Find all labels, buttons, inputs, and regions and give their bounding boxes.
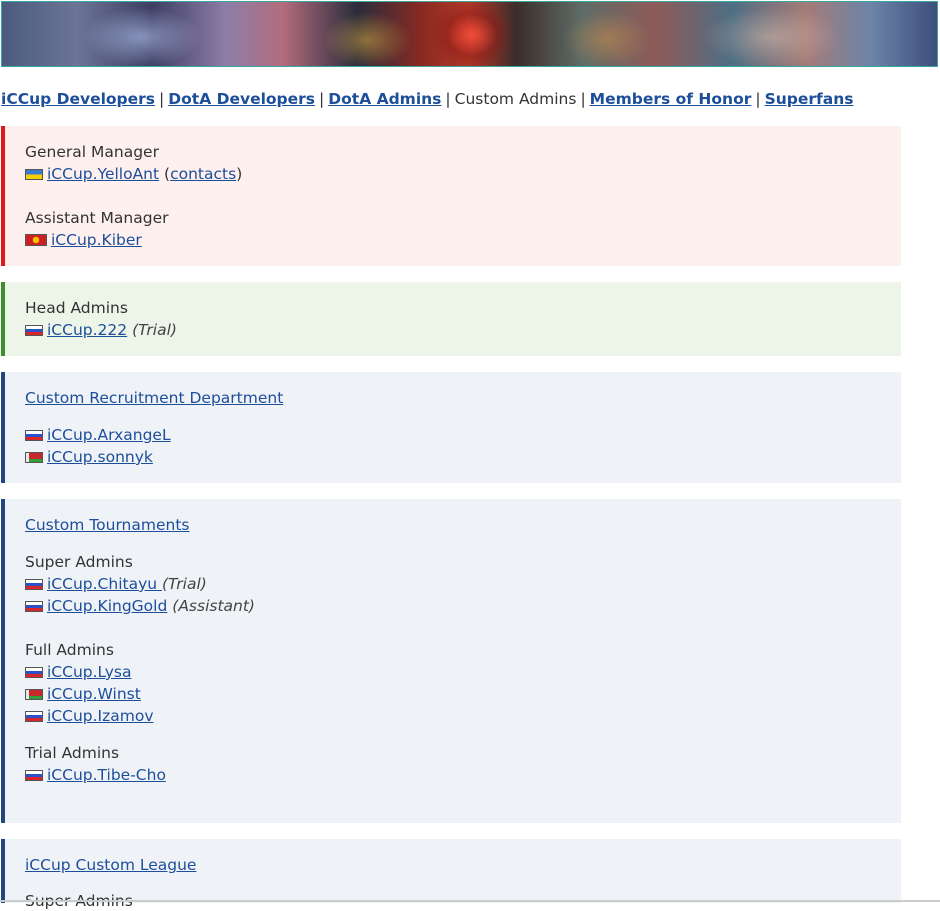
flag-ru-icon bbox=[25, 770, 43, 781]
nav-members-of-honor[interactable]: Members of Honor bbox=[590, 90, 752, 108]
flag-ru-icon bbox=[25, 601, 43, 612]
nav-separator: | bbox=[445, 90, 451, 108]
management-box: General Manager iCCup.YelloAnt (contacts… bbox=[1, 126, 901, 266]
banner-art-midleft bbox=[322, 12, 412, 66]
contacts-link[interactable]: contacts bbox=[170, 165, 236, 183]
recruitment-box: Custom Recruitment Department iCCup.Arxa… bbox=[1, 372, 901, 483]
recruitment-title: Custom Recruitment Department bbox=[25, 388, 283, 408]
admin-link[interactable]: iCCup.Winst bbox=[47, 685, 141, 703]
page-bottom-rule bbox=[0, 900, 940, 902]
full-admin-entry: iCCup.Lysa bbox=[25, 662, 132, 682]
banner-art-midright bbox=[562, 10, 652, 66]
flag-ru-icon bbox=[25, 430, 43, 441]
admin-link[interactable]: iCCup.Chitayu bbox=[47, 575, 162, 593]
flag-by-icon bbox=[25, 689, 43, 700]
nav-superfans[interactable]: Superfans bbox=[765, 90, 854, 108]
league-title: iCCup Custom League bbox=[25, 855, 196, 875]
nav-iccup-developers[interactable]: iCCup Developers bbox=[1, 90, 155, 108]
nav-dota-developers[interactable]: DotA Developers bbox=[168, 90, 315, 108]
flag-ru-icon bbox=[25, 711, 43, 722]
flag-ua-icon bbox=[25, 169, 43, 180]
flag-by-icon bbox=[25, 452, 43, 463]
contacts-close-paren: ) bbox=[236, 165, 243, 183]
admin-link[interactable]: iCCup.Izamov bbox=[47, 707, 154, 725]
nav-separator: | bbox=[580, 90, 586, 108]
recruitment-member: iCCup.ArxangeL bbox=[25, 425, 171, 445]
tournaments-box: Custom Tournaments Super Admins iCCup.Ch… bbox=[1, 499, 901, 823]
tournaments-title-link[interactable]: Custom Tournaments bbox=[25, 516, 189, 534]
nav-dota-admins[interactable]: DotA Admins bbox=[328, 90, 441, 108]
admin-note: (Trial) bbox=[162, 575, 207, 593]
member-link[interactable]: iCCup.sonnyk bbox=[47, 448, 153, 466]
assistant-manager-entry: iCCup.Kiber bbox=[25, 230, 142, 250]
admin-link[interactable]: iCCup.Tibe-Cho bbox=[47, 766, 166, 784]
flag-ru-icon bbox=[25, 667, 43, 678]
nav-separator: | bbox=[755, 90, 761, 108]
league-title-link[interactable]: iCCup Custom League bbox=[25, 856, 196, 874]
full-admins-heading: Full Admins bbox=[25, 641, 114, 659]
league-box: iCCup Custom League Super Admins bbox=[1, 839, 901, 910]
banner-art-left bbox=[82, 7, 202, 66]
head-admin-entry: iCCup.222 (Trial) bbox=[25, 320, 177, 340]
assistant-manager-heading: Assistant Manager bbox=[25, 209, 169, 227]
admin-link[interactable]: iCCup.KingGold bbox=[47, 597, 167, 615]
gm-name-link[interactable]: iCCup.YelloAnt bbox=[47, 165, 159, 183]
admin-link[interactable]: iCCup.Lysa bbox=[47, 663, 132, 681]
nav-separator: | bbox=[319, 90, 325, 108]
head-admins-box: Head Admins iCCup.222 (Trial) bbox=[1, 282, 901, 356]
super-admins-heading: Super Admins bbox=[25, 553, 133, 571]
tournaments-title: Custom Tournaments bbox=[25, 515, 189, 535]
admin-note: (Assistant) bbox=[172, 597, 255, 615]
nav-custom-admins-current: Custom Admins bbox=[454, 90, 577, 108]
general-manager-entry: iCCup.YelloAnt (contacts) bbox=[25, 164, 242, 184]
trial-admins-heading: Trial Admins bbox=[25, 744, 120, 762]
admin-nav: iCCup Developers | DotA Developers | DotA Ad… bbox=[1, 90, 854, 108]
recruitment-title-link[interactable]: Custom Recruitment Department bbox=[25, 389, 283, 407]
am-name-link[interactable]: iCCup.Kiber bbox=[51, 231, 142, 249]
nav-separator: | bbox=[159, 90, 165, 108]
general-manager-heading: General Manager bbox=[25, 143, 159, 161]
full-admin-entry: iCCup.Winst bbox=[25, 684, 141, 704]
header-banner bbox=[1, 1, 938, 67]
head-admins-heading: Head Admins bbox=[25, 299, 128, 317]
super-admin-entry: iCCup.KingGold (Assistant) bbox=[25, 596, 255, 616]
head-admin-link[interactable]: iCCup.222 bbox=[47, 321, 127, 339]
flag-ru-icon bbox=[25, 579, 43, 590]
flag-kg-icon bbox=[25, 234, 47, 246]
banner-art-center bbox=[432, 2, 512, 66]
full-admin-entry: iCCup.Izamov bbox=[25, 706, 154, 726]
flag-ru-icon bbox=[25, 325, 43, 336]
banner-art-right bbox=[702, 7, 842, 66]
member-link[interactable]: iCCup.ArxangeL bbox=[47, 426, 171, 444]
head-admin-note: (Trial) bbox=[132, 321, 177, 339]
recruitment-member: iCCup.sonnyk bbox=[25, 447, 153, 467]
super-admin-entry: iCCup.Chitayu (Trial) bbox=[25, 574, 207, 594]
trial-admin-entry: iCCup.Tibe-Cho bbox=[25, 765, 166, 785]
